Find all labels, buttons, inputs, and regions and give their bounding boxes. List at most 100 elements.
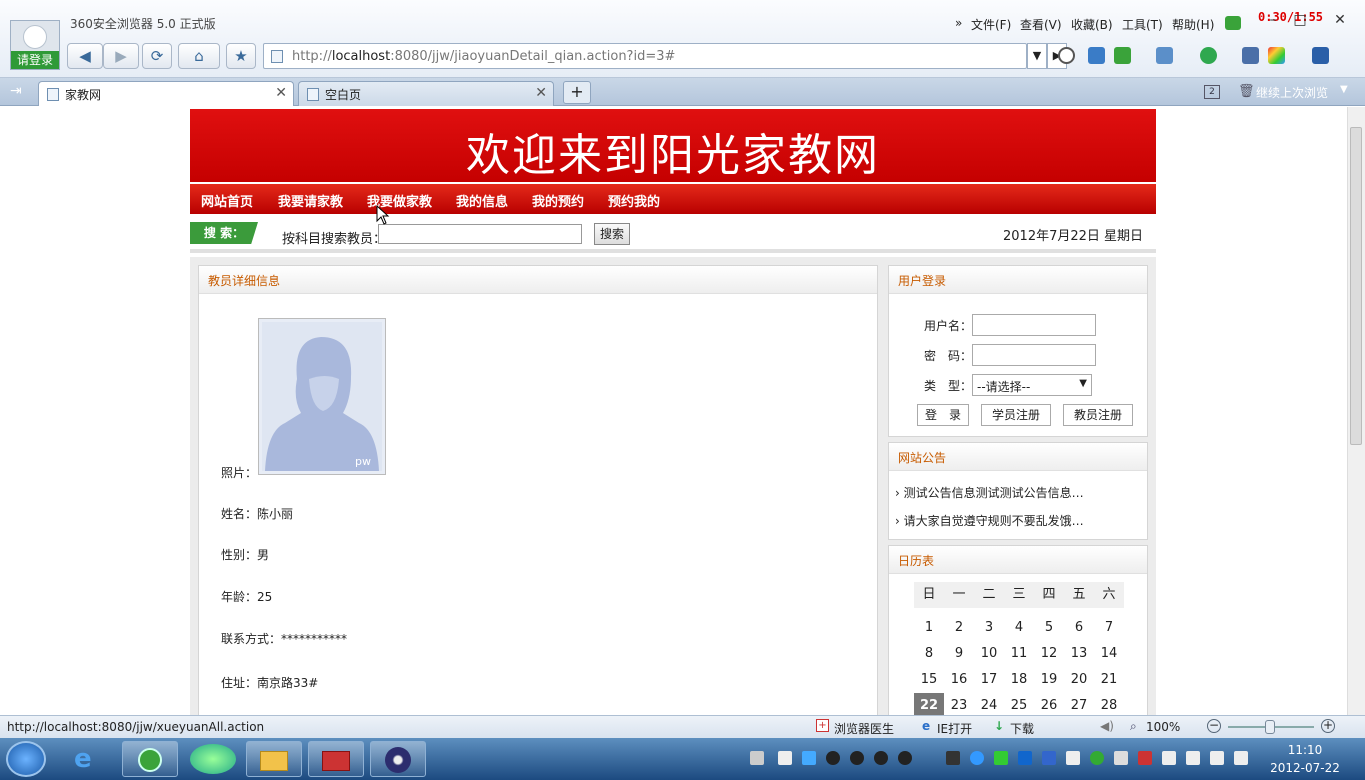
calendar-day[interactable]: 13 bbox=[1064, 641, 1094, 667]
sidebar-toggle-icon[interactable]: ⇥ bbox=[10, 83, 22, 99]
video-icon[interactable] bbox=[1312, 47, 1329, 64]
maximize-icon[interactable]: □ bbox=[1290, 12, 1310, 30]
close-icon[interactable]: ✕ bbox=[1330, 12, 1350, 30]
system-clock[interactable]: 11:10 2012-07-22 bbox=[1260, 742, 1350, 776]
login-button[interactable]: 登 录 bbox=[917, 404, 969, 426]
menu-favorites[interactable]: 收藏(B) bbox=[1071, 16, 1113, 33]
task-eclipse[interactable] bbox=[370, 741, 426, 777]
calendar-day[interactable]: 19 bbox=[1034, 667, 1064, 693]
calendar-day[interactable]: 4 bbox=[1004, 615, 1034, 641]
calendar-day[interactable]: 27 bbox=[1064, 693, 1094, 715]
calendar-day[interactable]: 26 bbox=[1034, 693, 1064, 715]
back-button[interactable]: ◀ bbox=[67, 43, 103, 69]
favorite-star-button[interactable]: ★ bbox=[226, 43, 256, 69]
refresh-button[interactable]: ⟳ bbox=[142, 43, 172, 69]
tab-close-icon[interactable]: ✕ bbox=[275, 85, 287, 101]
calendar-day[interactable]: 14 bbox=[1094, 641, 1124, 667]
speaker-icon[interactable]: ◀) bbox=[1100, 719, 1114, 733]
nav-my-info[interactable]: 我的信息 bbox=[456, 191, 508, 210]
apps-icon[interactable] bbox=[1268, 47, 1285, 64]
nav-booked-me[interactable]: 预约我的 bbox=[608, 191, 660, 210]
login-label[interactable]: 请登录 bbox=[11, 51, 59, 69]
ie-open[interactable]: IE打开 bbox=[937, 720, 972, 737]
calendar-day[interactable]: 11 bbox=[1004, 641, 1034, 667]
qq-icon[interactable] bbox=[826, 751, 840, 765]
tab-active[interactable]: 家教网 ✕ bbox=[38, 81, 294, 106]
calendar-day[interactable]: 10 bbox=[974, 641, 1004, 667]
user-avatar[interactable]: 请登录 bbox=[10, 20, 60, 70]
menu-help[interactable]: 帮助(H) bbox=[1172, 16, 1214, 33]
calendar-day[interactable]: 21 bbox=[1094, 667, 1124, 693]
key-icon[interactable] bbox=[1242, 47, 1259, 64]
calendar-day[interactable]: 2 bbox=[944, 615, 974, 641]
calendar-day[interactable]: 28 bbox=[1094, 693, 1124, 715]
tray-icon[interactable] bbox=[1186, 751, 1200, 765]
menu-tools[interactable]: 工具(T) bbox=[1122, 16, 1163, 33]
nav-home[interactable]: 网站首页 bbox=[201, 191, 253, 210]
tray-icon[interactable] bbox=[1090, 751, 1104, 765]
shield-icon[interactable] bbox=[1058, 47, 1075, 64]
translate-icon[interactable] bbox=[1114, 47, 1131, 64]
task-explorer[interactable] bbox=[246, 741, 302, 777]
ie-taskbar-icon[interactable]: e bbox=[74, 746, 104, 773]
search-button[interactable]: 搜索 bbox=[594, 223, 630, 245]
calendar-day[interactable]: 6 bbox=[1064, 615, 1094, 641]
username-input[interactable] bbox=[972, 314, 1096, 336]
calendar-day[interactable]: 16 bbox=[944, 667, 974, 693]
shirt-icon[interactable] bbox=[1225, 16, 1241, 30]
calendar-day[interactable]: 5 bbox=[1034, 615, 1064, 641]
search-input[interactable] bbox=[378, 224, 582, 244]
tab-blank[interactable]: 空白页 ✕ bbox=[298, 81, 554, 106]
calendar-day[interactable]: 17 bbox=[974, 667, 1004, 693]
calendar-day[interactable]: 20 bbox=[1064, 667, 1094, 693]
flag-icon[interactable] bbox=[1162, 751, 1176, 765]
browser-doctor[interactable]: 浏览器医生 bbox=[834, 720, 894, 737]
calendar-day-today[interactable]: 22 bbox=[914, 693, 944, 715]
plugin-icon[interactable] bbox=[1200, 47, 1217, 64]
nav-hire-tutor[interactable]: 我要请家教 bbox=[278, 191, 343, 210]
notice-item[interactable]: › 请大家自觉遵守规则不要乱发饿… bbox=[895, 512, 1084, 529]
speaker-icon[interactable] bbox=[1234, 751, 1248, 765]
tray-icon[interactable] bbox=[970, 751, 984, 765]
calendar-day[interactable]: 9 bbox=[944, 641, 974, 667]
teacher-register-button[interactable]: 教员注册 bbox=[1063, 404, 1133, 426]
download-button[interactable]: 下载 bbox=[1010, 720, 1034, 737]
calendar-day[interactable]: 7 bbox=[1094, 615, 1124, 641]
calendar-day[interactable]: 15 bbox=[914, 667, 944, 693]
closed-tabs-count[interactable]: 2 bbox=[1204, 85, 1220, 99]
tab-close-icon[interactable]: ✕ bbox=[535, 85, 547, 101]
keyboard-icon[interactable] bbox=[750, 751, 764, 765]
calendar-day[interactable]: 23 bbox=[944, 693, 974, 715]
calendar-day[interactable]: 18 bbox=[1004, 667, 1034, 693]
menu-view[interactable]: 查看(V) bbox=[1020, 16, 1062, 33]
calendar-day[interactable]: 24 bbox=[974, 693, 1004, 715]
trash-icon[interactable]: 🗑 bbox=[1238, 84, 1255, 99]
minimize-icon[interactable]: – bbox=[1263, 12, 1283, 30]
new-tab-button[interactable]: + bbox=[563, 81, 591, 104]
zoom-level[interactable]: 100% bbox=[1146, 720, 1180, 734]
tray-icon[interactable] bbox=[1114, 751, 1128, 765]
notice-item[interactable]: › 测试公告信息测试测试公告信息… bbox=[895, 484, 1084, 501]
forward-button[interactable]: ▶ bbox=[103, 43, 139, 69]
tray-icon[interactable] bbox=[1066, 751, 1080, 765]
shield-icon[interactable] bbox=[1018, 751, 1032, 765]
calendar-day[interactable]: 8 bbox=[914, 641, 944, 667]
zoom-out-icon[interactable]: − bbox=[1207, 719, 1221, 733]
calendar-day[interactable]: 3 bbox=[974, 615, 1004, 641]
tray-icon[interactable] bbox=[946, 751, 960, 765]
screenshot-icon[interactable] bbox=[1156, 47, 1173, 64]
nav-my-bookings[interactable]: 我的预约 bbox=[532, 191, 584, 210]
calendar-day[interactable]: 12 bbox=[1034, 641, 1064, 667]
shield-icon[interactable] bbox=[1042, 751, 1056, 765]
chevron-down-icon[interactable]: ▼ bbox=[1340, 84, 1348, 95]
address-bar[interactable]: http://localhost:8080/jjw/jiaoyuanDetail… bbox=[263, 43, 1027, 69]
home-button[interactable]: ⌂ bbox=[178, 43, 220, 69]
start-button[interactable] bbox=[6, 741, 46, 777]
calendar-day[interactable]: 1 bbox=[914, 615, 944, 641]
qq-icon[interactable] bbox=[850, 751, 864, 765]
type-select[interactable]: --请选择-- ▼ bbox=[972, 374, 1092, 396]
scrollbar-thumb[interactable] bbox=[1350, 127, 1362, 445]
zoom-in-icon[interactable]: + bbox=[1321, 719, 1335, 733]
calendar-day[interactable]: 25 bbox=[1004, 693, 1034, 715]
task-360browser[interactable] bbox=[122, 741, 178, 777]
